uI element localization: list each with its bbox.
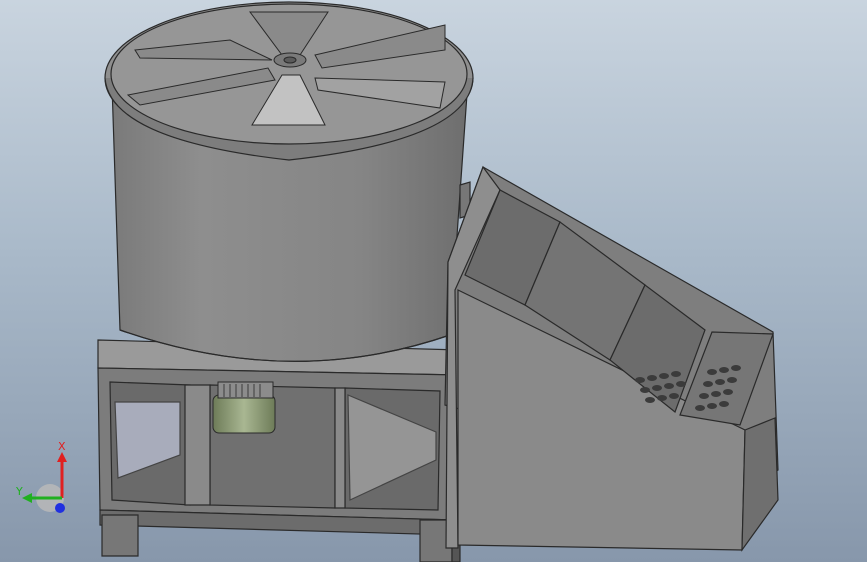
hopper[interactable] [444, 165, 779, 552]
cad-graphics-viewport[interactable]: X Y [0, 0, 867, 562]
y-axis-label: Y [15, 485, 23, 498]
base-frame [97, 339, 461, 562]
coordinate-triad[interactable]: X Y [12, 440, 82, 520]
y-axis-arrowhead [22, 493, 32, 503]
motor[interactable] [212, 381, 276, 434]
x-axis-label: X [58, 440, 66, 453]
x-axis-arrowhead [57, 452, 67, 462]
z-axis-dot [55, 503, 65, 513]
machine-model[interactable] [0, 0, 867, 562]
